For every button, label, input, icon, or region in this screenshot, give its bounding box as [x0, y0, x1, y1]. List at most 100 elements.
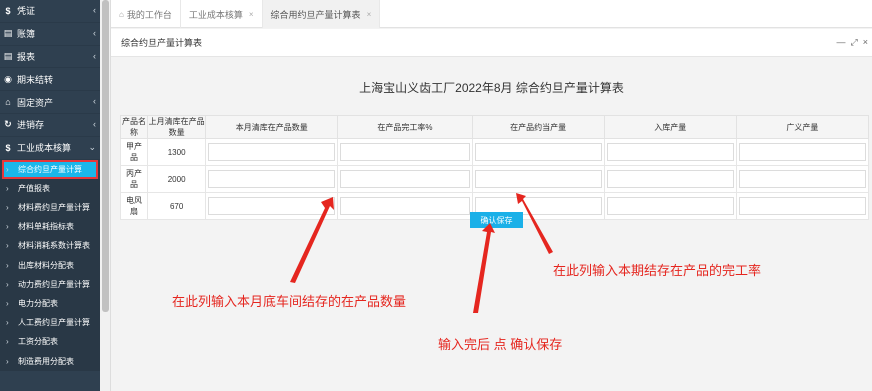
cell-input[interactable] [738, 143, 866, 161]
chevron-right-icon: › [6, 356, 9, 366]
column-header: 本月清库在产品数量 [205, 115, 339, 139]
tab-workbench[interactable]: ⌂ 我的工作台 [111, 0, 181, 28]
sidebar-subitem[interactable]: › 制造费用分配表 [0, 351, 100, 371]
sidebar-item[interactable]: ▤ 账簿 ‹ [0, 23, 100, 46]
sidebar-subitem[interactable]: › 材料单耗指标表 [0, 217, 100, 237]
tab-label: 工业成本核算 [188, 9, 243, 20]
sidebar-item[interactable]: $ 工业成本核算 ⌄ [0, 137, 100, 160]
input-cell [471, 138, 605, 166]
sidebar-scrollbar[interactable] [100, 0, 111, 391]
menu-icon: ⌂ [5, 97, 11, 108]
sidebar-subitem[interactable]: › 工资分配表 [0, 332, 100, 352]
chevron-icon: ‹ [93, 118, 96, 129]
home-icon: ⌂ [119, 9, 124, 19]
cell-input[interactable] [208, 170, 336, 188]
sidebar-subitem-label: 人工费约旦产量计算 [18, 318, 90, 328]
input-cell [471, 165, 605, 193]
sidebar-subitem[interactable]: › 材料消耗系数计算表 [0, 236, 100, 256]
cell-input[interactable] [340, 197, 470, 215]
sidebar-subitem[interactable]: › 综合约旦产量计算 [2, 159, 98, 179]
chevron-right-icon: › [6, 279, 9, 289]
sidebar-item-label: 固定资产 [17, 97, 54, 108]
chevron-icon: ‹ [93, 96, 96, 107]
input-cell [735, 138, 870, 166]
sidebar-subitem[interactable]: › 人工费约旦产量计算 [0, 313, 100, 333]
menu-icon: ▤ [3, 28, 13, 39]
sidebar-item[interactable]: ⌂ 固定资产 ‹ [0, 91, 100, 114]
chevron-right-icon: › [6, 222, 9, 232]
input-cell [603, 138, 737, 166]
sidebar-subitem[interactable]: › 出库材料分配表 [0, 255, 100, 275]
sidebar-subitem[interactable]: › 产值报表 [0, 178, 100, 198]
menu-icon: ▤ [3, 50, 13, 61]
input-cell [735, 165, 870, 193]
maximize-icon[interactable]: ⤢ [851, 37, 858, 48]
column-header: 广义产量 [735, 115, 870, 139]
cell-input[interactable] [340, 143, 470, 161]
sidebar-item-label: 进销存 [17, 120, 45, 131]
cell-input[interactable] [474, 143, 602, 161]
cell-input[interactable] [606, 143, 734, 161]
sidebar-item-label: 凭证 [17, 6, 36, 17]
sidebar-item[interactable]: ◉ 期末结转 [0, 68, 100, 92]
minimize-icon[interactable]: — [837, 37, 846, 48]
close-icon[interactable]: × [249, 10, 254, 19]
input-cell [735, 192, 870, 220]
sidebar: $ 凭证 ‹ ▤ 账簿 ‹ ▤ 报表 ‹ ◉ 期末结转 ⌂ 固定资产 ‹ ↻ 进销存 ‹ $ 工业成本核算 ⌄ › 综合… [0, 0, 100, 391]
chevron-right-icon: › [6, 203, 9, 213]
sidebar-subitem-label: 综合约旦产量计算 [18, 164, 82, 174]
sidebar-item-label: 期末结转 [17, 74, 54, 85]
menu-icon: $ [5, 5, 11, 16]
column-header: 在产品完工率% [337, 115, 473, 139]
cell-input[interactable] [738, 170, 866, 188]
input-cell [205, 138, 339, 166]
input-cell [603, 165, 737, 193]
tab-cost-accounting[interactable]: 工业成本核算 × [181, 0, 263, 28]
equivalent-output-table: 产品名称 上月清库在产品数量 本月清库在产品数量 在产品完工率% 在产品约当产量 入库产量… [119, 115, 870, 220]
cell-input[interactable] [738, 197, 866, 215]
cell-input[interactable] [606, 170, 734, 188]
chevron-icon: ‹ [93, 27, 96, 38]
column-header: 产品名称 [119, 115, 149, 139]
tab-label: 我的工作台 [126, 9, 172, 20]
cell-input[interactable] [208, 143, 336, 161]
input-cell [337, 138, 473, 166]
sidebar-item-label: 报表 [17, 51, 36, 62]
sidebar-subitem-label: 材料消耗系数计算表 [18, 241, 90, 251]
input-cell [337, 165, 473, 193]
scrollbar-thumb[interactable] [102, 0, 109, 312]
chevron-right-icon: › [6, 241, 9, 251]
annotation-right: 在此列输入本期结存在产品的完工率 [553, 263, 762, 278]
cell-input[interactable] [208, 197, 336, 215]
confirm-save-button[interactable]: 确认保存 [470, 212, 523, 228]
product-name-cell: 甲产品 [119, 138, 149, 166]
sidebar-item[interactable]: $ 凭证 ‹ [0, 0, 100, 23]
column-header: 上月清库在产品数量 [147, 115, 207, 139]
chevron-right-icon: › [6, 164, 9, 174]
chevron-right-icon: › [6, 298, 9, 308]
input-cell [205, 192, 339, 220]
last-month-qty-cell: 2000 [147, 165, 207, 193]
close-icon[interactable]: × [863, 37, 868, 48]
product-name-cell: 电风扇 [119, 192, 149, 220]
sidebar-subitem-label: 动力费约旦产量计算 [18, 279, 90, 289]
sidebar-subitem[interactable]: › 材料费约旦产量计算 [0, 197, 100, 218]
sidebar-subitem[interactable]: › 动力费约旦产量计算 [0, 274, 100, 294]
cell-input[interactable] [474, 170, 602, 188]
sidebar-subitem-label: 制造费用分配表 [18, 356, 74, 366]
product-name-cell: 丙产品 [119, 165, 149, 193]
last-month-qty-cell: 670 [147, 192, 207, 220]
report-title: 上海宝山义齿工厂2022年8月 综合约旦产量计算表 [359, 81, 624, 95]
sidebar-item[interactable]: ▤ 报表 ‹ [0, 46, 100, 69]
tab-equivalent-output[interactable]: 综合用约旦产量计算表 × [262, 0, 381, 28]
sidebar-item[interactable]: ↻ 进销存 ‹ [0, 114, 100, 137]
close-icon[interactable]: × [367, 10, 372, 19]
input-cell [337, 192, 473, 220]
annotation-bottom: 输入完后 点 确认保存 [438, 337, 563, 352]
cell-input[interactable] [340, 170, 470, 188]
chevron-icon: ⌄ [88, 141, 96, 152]
sidebar-subitem[interactable]: › 电力分配表 [0, 293, 100, 314]
cell-input[interactable] [606, 197, 734, 215]
input-cell [603, 192, 737, 220]
sidebar-item-label: 账簿 [17, 29, 36, 40]
